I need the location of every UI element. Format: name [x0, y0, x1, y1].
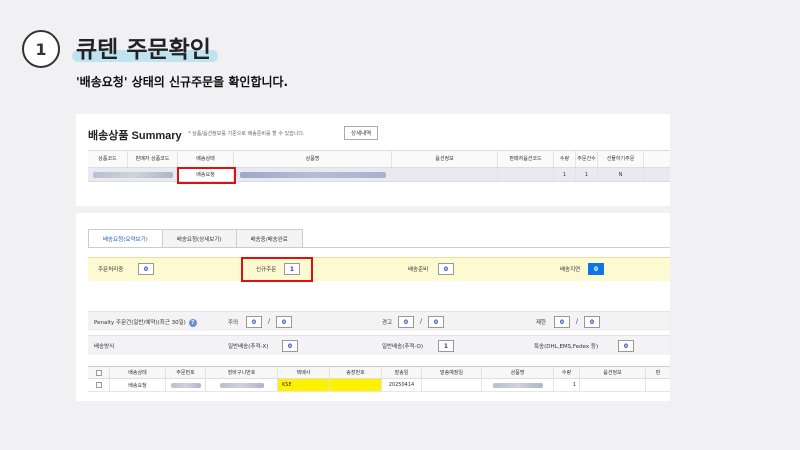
page-title: 큐텐 주문확인	[76, 37, 211, 63]
notice-count-a[interactable]: 0	[246, 316, 262, 328]
delay-count[interactable]: 0	[588, 263, 604, 275]
col-courier: 택배사	[278, 367, 330, 378]
col-product: 상품명	[482, 367, 554, 378]
blurred-codes	[88, 168, 178, 181]
summary-header-row: 상품코드 판매자 상품코드 배송상태 상품명 옵션정보 판매자옵션코드 수량 주…	[88, 150, 670, 168]
order-product-blurred	[482, 379, 554, 391]
col-seller-option-code: 판매자옵션코드	[498, 151, 554, 167]
highlight-status-box	[177, 167, 236, 184]
normal-tracked-label: 일반배송(추적-O)	[382, 344, 423, 350]
col-option-info: 옵션정보	[392, 151, 498, 167]
col-status: 배송상태	[110, 367, 166, 378]
col-order-no: 주문번호	[166, 367, 206, 378]
delay-label: 배송지연	[560, 267, 581, 273]
shipping-method-label: 배송방식	[94, 344, 115, 350]
order-no-blurred	[166, 379, 206, 391]
select-all-cell[interactable]	[88, 367, 110, 378]
col-planned-date: 발송예정일	[422, 367, 482, 378]
slash-separator: /	[420, 318, 423, 325]
warning-count-b[interactable]: 0	[428, 316, 444, 328]
ready-label: 배송준비	[408, 267, 429, 273]
processing-label: 주문처리중	[98, 267, 124, 273]
col-cut-off: 판	[655, 370, 661, 376]
status-count-bar: 주문처리중 0 신규주문 1 배송준비 0 배송지연 0	[88, 257, 670, 281]
order-planned-date	[422, 379, 482, 391]
notice-count-b[interactable]: 0	[276, 316, 292, 328]
highlight-new-order-box	[241, 257, 313, 282]
shipping-method-row: 배송방식 일반배송(추적-X) 0 일반배송(추적-O) 1 특송(DHL,EM…	[88, 335, 670, 355]
warning-label: 경고	[382, 320, 393, 326]
order-courier[interactable]: KSE	[278, 379, 330, 391]
cart-no-blurred	[206, 379, 278, 391]
limit-count-a[interactable]: 0	[554, 316, 570, 328]
summary-qty: 1	[554, 168, 576, 181]
order-ship-date: 20250414	[382, 379, 422, 391]
summary-option	[392, 168, 498, 181]
order-tracking-input[interactable]	[330, 379, 382, 391]
col-order-count: 주문건수	[576, 151, 598, 167]
summary-orders: 1	[576, 168, 598, 181]
col-qty: 수량	[554, 151, 576, 167]
express-count[interactable]: 0	[618, 340, 634, 352]
summary-title: 배송상품 Summary	[88, 130, 182, 142]
summary-data-row[interactable]: 배송요청 1 1 N	[88, 168, 670, 182]
col-gift-order: 선물하기주문	[598, 151, 644, 167]
select-all-checkbox[interactable]	[95, 369, 102, 376]
penalty-row: Penalty 주문건(일반/예약)(최근 30일)? 주의 0 / 0 경고 …	[88, 311, 670, 331]
normal-untracked-label: 일반배송(추적-X)	[228, 344, 269, 350]
row-checkbox[interactable]	[95, 382, 102, 388]
limit-count-b[interactable]: 0	[584, 316, 600, 328]
ready-count[interactable]: 0	[438, 263, 454, 275]
order-options	[580, 379, 646, 391]
detail-button[interactable]: 상세내역	[344, 126, 379, 140]
processing-count[interactable]: 0	[138, 263, 154, 275]
col-shipping-status: 배송상태	[178, 151, 234, 167]
normal-tracked-count[interactable]: 1	[438, 340, 454, 352]
col-tracking-no: 송장번호	[330, 367, 382, 378]
order-status: 배송요청	[110, 379, 166, 391]
col-cart-no: 장바구니번호	[206, 367, 278, 378]
order-cut-cell	[646, 379, 670, 391]
col-product-code: 상품코드	[88, 151, 128, 167]
tab-detail-view[interactable]: 배송요청(상세보기)	[161, 229, 237, 247]
tab-divider	[88, 247, 670, 248]
summary-gift: N	[598, 168, 644, 181]
col-options: 옵션정보	[580, 367, 646, 378]
normal-untracked-count[interactable]: 0	[282, 340, 298, 352]
col-quantity: 수량	[554, 367, 580, 378]
notice-label: 주의	[228, 320, 239, 326]
slash-separator: /	[576, 318, 579, 325]
limit-label: 제한	[536, 320, 547, 326]
penalty-label: Penalty 주문건(일반/예약)(최근 30일)?	[94, 318, 197, 327]
col-ship-date: 발송일	[382, 367, 422, 378]
slash-separator: /	[268, 318, 271, 325]
step-number-badge: 1	[22, 30, 60, 68]
tab-shipping-done[interactable]: 배송중/배송완료	[235, 229, 303, 247]
row-select-cell[interactable]	[88, 379, 110, 391]
warning-count-a[interactable]: 0	[398, 316, 414, 328]
order-row[interactable]: 배송요청 KSE 20250414 1	[88, 379, 670, 392]
summary-note: * 상품/옵션정보를 기준으로 배송준비를 할 수 있습니다.	[188, 131, 305, 137]
orders-header-row: 배송상태 주문번호 장바구니번호 택배사 송장번호 발송일 발송예정일 상품명 …	[88, 366, 670, 379]
summary-seller-option	[498, 168, 554, 181]
status-tabs: 배송요청(요약보기) 배송요청(상세보기) 배송중/배송완료	[88, 229, 303, 247]
help-icon[interactable]: ?	[188, 318, 197, 327]
tab-summary-view[interactable]: 배송요청(요약보기)	[88, 229, 163, 247]
col-product-name: 상품명	[234, 151, 392, 167]
order-status-panel: 배송요청(요약보기) 배송요청(상세보기) 배송중/배송완료 주문처리중 0 신…	[76, 213, 670, 401]
page-subtitle: '배송요청' 상태의 신규주문을 확인합니다.	[76, 75, 289, 89]
col-seller-product-code: 판매자 상품코드	[128, 151, 178, 167]
summary-panel: 배송상품 Summary * 상품/옵션정보를 기준으로 배송준비를 할 수 있…	[76, 114, 670, 206]
express-label: 특송(DHL,EMS,Fedex 등)	[534, 344, 599, 350]
blurred-product-name	[234, 168, 392, 181]
order-qty: 1	[554, 379, 580, 391]
